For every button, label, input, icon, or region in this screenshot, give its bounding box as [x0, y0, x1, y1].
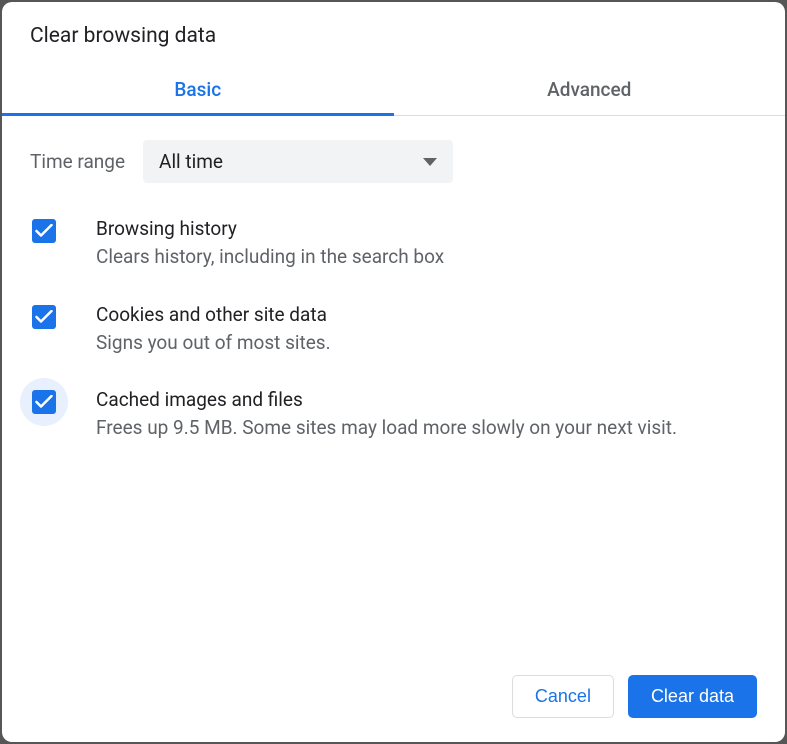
time-range-label: Time range — [30, 150, 125, 173]
dialog-footer: Cancel Clear data — [2, 675, 785, 742]
tabs: Basic Advanced — [2, 64, 785, 116]
option-text: Cookies and other site data Signs you ou… — [96, 303, 757, 357]
dialog-content: Time range All time Browsing history Cle… — [2, 116, 785, 675]
option-cache: Cached images and files Frees up 9.5 MB.… — [30, 388, 757, 442]
option-title: Browsing history — [96, 217, 757, 240]
cancel-button[interactable]: Cancel — [512, 675, 614, 718]
option-browsing-history: Browsing history Clears history, includi… — [30, 217, 757, 271]
option-text: Browsing history Clears history, includi… — [96, 217, 757, 271]
option-desc: Frees up 9.5 MB. Some sites may load mor… — [96, 415, 757, 442]
clear-browsing-data-dialog: Clear browsing data Basic Advanced Time … — [2, 2, 785, 742]
checkbox-wrap — [20, 378, 68, 426]
chevron-down-icon — [423, 158, 437, 166]
time-range-value: All time — [159, 150, 223, 173]
option-title: Cached images and files — [96, 388, 757, 411]
option-text: Cached images and files Frees up 9.5 MB.… — [96, 388, 757, 442]
dialog-title: Clear browsing data — [2, 2, 785, 64]
checkbox-cookies[interactable] — [32, 305, 56, 329]
checkbox-wrap — [20, 207, 68, 255]
time-range-row: Time range All time — [30, 140, 757, 183]
checkbox-wrap — [20, 293, 68, 341]
checkbox-browsing-history[interactable] — [32, 219, 56, 243]
clear-data-button[interactable]: Clear data — [628, 675, 757, 718]
time-range-select[interactable]: All time — [143, 140, 453, 183]
option-desc: Clears history, including in the search … — [96, 244, 757, 271]
option-cookies: Cookies and other site data Signs you ou… — [30, 303, 757, 357]
tab-basic[interactable]: Basic — [2, 64, 394, 115]
option-title: Cookies and other site data — [96, 303, 757, 326]
checkbox-cache[interactable] — [32, 390, 56, 414]
tab-advanced[interactable]: Advanced — [394, 64, 786, 115]
option-desc: Signs you out of most sites. — [96, 330, 757, 357]
